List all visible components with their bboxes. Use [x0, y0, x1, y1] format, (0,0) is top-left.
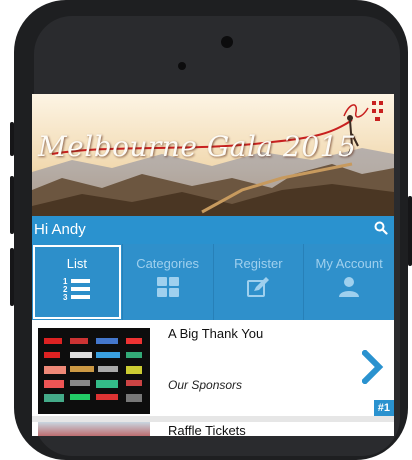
tab-register[interactable]: Register: [212, 244, 304, 320]
tab-my-account-label: My Account: [315, 256, 383, 271]
sponsors-thumbnail: [38, 328, 150, 414]
app-screen: Melbourne Gala 2015 Hi Andy List 1 2 3 C…: [32, 94, 394, 436]
raffle-thumbnail: [38, 422, 150, 436]
sensor-dot: [178, 62, 186, 70]
item-subtitle: Our Sponsors: [168, 378, 243, 392]
tab-categories[interactable]: Categories: [121, 244, 213, 320]
tab-register-label: Register: [234, 256, 283, 271]
svg-text:3: 3: [63, 293, 68, 302]
greeting-text: Hi Andy: [34, 221, 86, 238]
tab-categories-label: Categories: [136, 256, 200, 271]
front-camera: [221, 36, 233, 48]
grid-icon: [156, 277, 179, 297]
tab-list-label: List: [66, 256, 87, 271]
search-icon[interactable]: [374, 221, 388, 235]
event-logo: [343, 101, 383, 121]
banner: Melbourne Gala 2015: [32, 94, 394, 216]
greeting-bar: Hi Andy: [32, 216, 394, 244]
edit-icon: [247, 277, 270, 297]
volume-down-button: [10, 248, 14, 306]
list-icon: 1 2 3: [63, 277, 90, 302]
chevron-right-icon[interactable]: [362, 350, 384, 384]
item-title: Raffle Tickets: [168, 423, 246, 436]
tab-my-account[interactable]: My Account: [303, 244, 394, 320]
volume-up-button: [10, 176, 14, 234]
tab-bar: List 1 2 3 Categories Register My Accoun…: [32, 244, 394, 320]
item-title: A Big Thank You: [168, 326, 264, 341]
power-button: [408, 196, 412, 266]
user-icon: [339, 277, 360, 297]
list-item[interactable]: A Big Thank You Our Sponsors #1: [32, 320, 394, 422]
list-item[interactable]: Raffle Tickets: [32, 422, 394, 436]
content-list: A Big Thank You Our Sponsors #1 Raffle T…: [32, 320, 394, 436]
tab-list[interactable]: List 1 2 3: [32, 244, 122, 320]
item-number-badge: #1: [373, 400, 394, 416]
mute-switch: [10, 122, 14, 156]
banner-title: Melbourne Gala 2015: [38, 130, 357, 163]
